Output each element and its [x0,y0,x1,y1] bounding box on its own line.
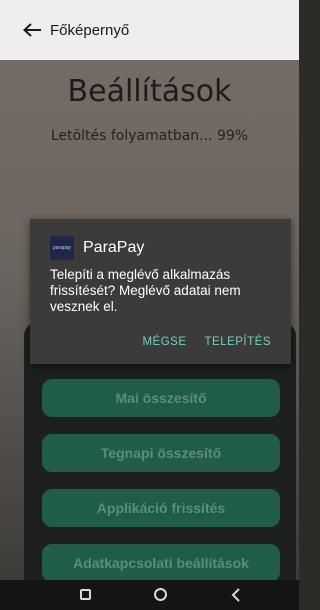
home-icon[interactable] [154,588,167,601]
install-button[interactable]: TELEPÍTÉS [205,336,272,348]
today-summary-button[interactable]: Mai összesítő [42,379,280,417]
yesterday-summary-button[interactable]: Tegnapi összesítő [42,434,280,472]
download-progress-text: Letöltés folyamatban... 99% [50,128,249,144]
topbar-title[interactable]: Főképernyő [50,22,129,39]
arrow-left-icon[interactable] [22,22,42,38]
install-update-dialog: parapay ParaPay Telepíti a meglévő alkal… [30,219,291,364]
app-update-button[interactable]: Applikáció frissítés [42,489,280,527]
system-navigation-bar [0,580,299,610]
recent-apps-icon[interactable] [80,589,91,600]
data-connection-settings-button[interactable]: Adatkapcsolati beállítások [42,544,280,582]
dialog-message: Telepíti a meglévő alkalmazás frissítésé… [50,267,241,314]
page-title: Beállítások [67,74,232,109]
dialog-actions: MÉGSE TELEPÍTÉS [142,336,271,348]
dialog-app-name: ParaPay [83,239,145,256]
cancel-button[interactable]: MÉGSE [142,336,186,348]
dialog-header: parapay ParaPay [50,236,144,260]
parapay-app-icon: parapay [50,236,74,260]
app-icon-text: parapay [52,244,72,251]
top-bar: Főképernyő [0,0,299,60]
back-icon[interactable] [231,588,241,602]
